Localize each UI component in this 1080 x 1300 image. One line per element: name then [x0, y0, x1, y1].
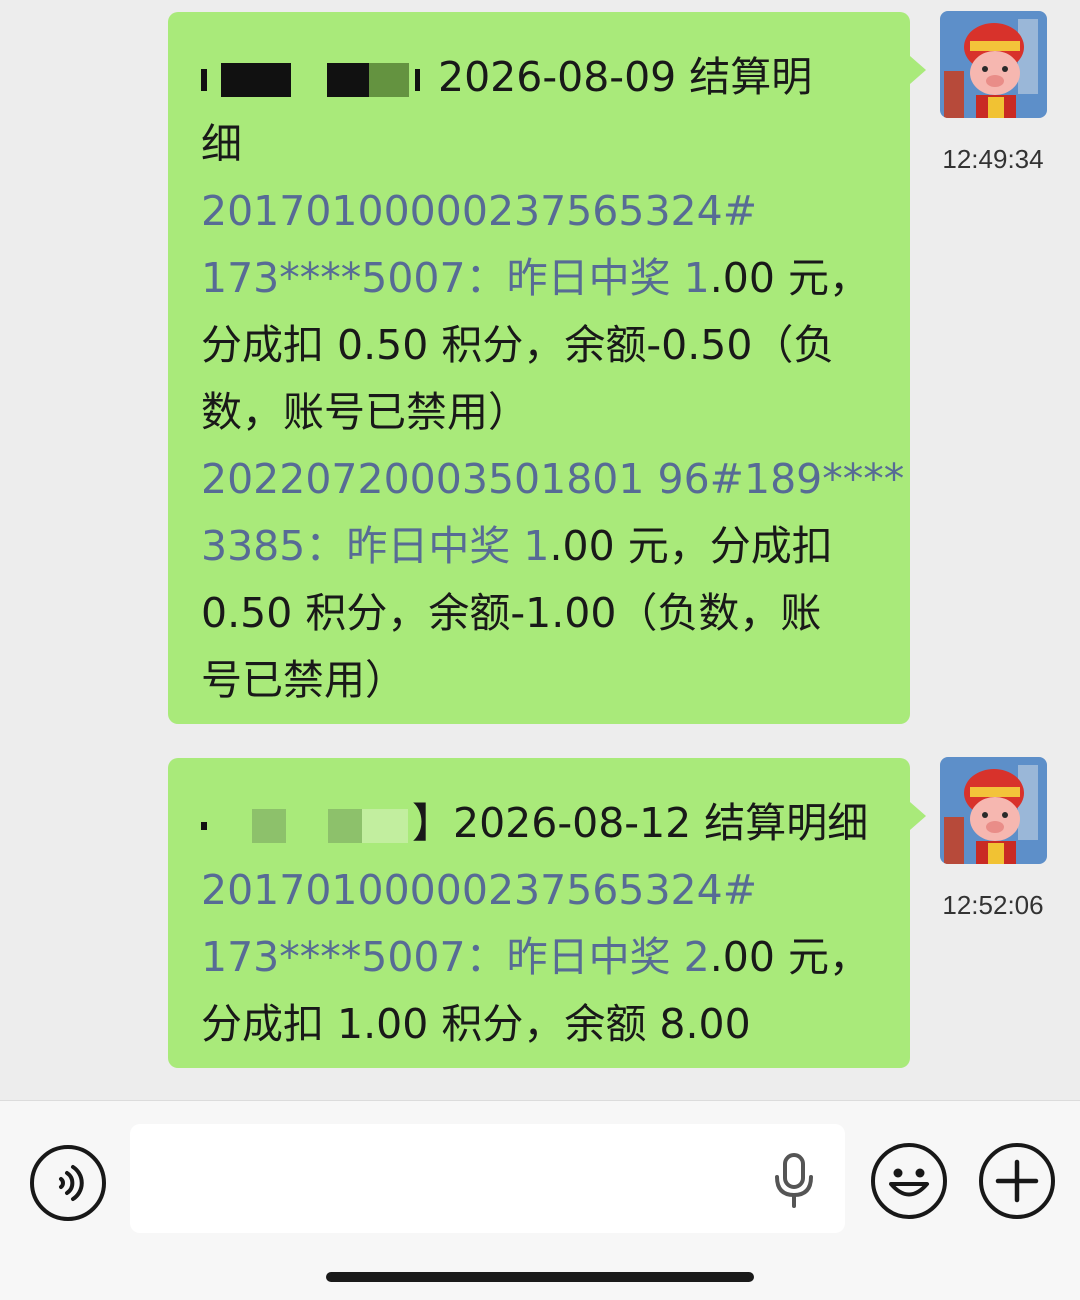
emoji-icon	[889, 1168, 929, 1197]
message-timestamp: 12:52:06	[942, 890, 1044, 920]
redacted-block	[201, 69, 207, 91]
message-text: 数，账号已禁用）	[201, 388, 529, 436]
emoji-button[interactable]	[871, 1143, 947, 1219]
redacted-block	[328, 809, 362, 843]
avatar[interactable]	[940, 757, 1047, 864]
message-line: 20170100000237565324#	[201, 857, 882, 924]
voice-icon	[59, 1165, 84, 1201]
message-line: 分成扣 1.00 积分，余额 8.00	[201, 991, 882, 1058]
message-timestamp: 12:49:34	[942, 144, 1044, 174]
message-header-text: 2026-08-09 结算明	[438, 53, 813, 101]
message-text: 分成扣 1.00 积分，余额 8.00	[201, 1000, 751, 1048]
message-line: 173****5007：昨日中奖 1.00 元，	[201, 245, 882, 312]
message-input[interactable]	[130, 1124, 845, 1233]
message-link[interactable]: 3385：昨日中奖 1	[201, 522, 549, 570]
message-text: .00 元，	[709, 933, 870, 981]
avatar-mascot-image	[940, 11, 1047, 118]
redacted-block	[369, 63, 409, 97]
input-bar	[0, 1100, 1080, 1300]
message-link[interactable]: 20220720003501801 96#189****	[201, 455, 904, 503]
microphone-icon[interactable]	[772, 1153, 816, 1209]
message-line: 0.50 积分，余额-1.00（负数，账	[201, 580, 882, 647]
message-line: 分成扣 0.50 积分，余额-0.50（负	[201, 312, 882, 379]
message-text: 号已禁用）	[201, 656, 406, 704]
avatar-mascot-image	[940, 757, 1047, 864]
chat-area[interactable]: 2026-08-09 结算明细 20170100000237565324# 173*…	[0, 0, 1080, 1100]
plus-icon	[995, 1159, 1039, 1203]
redacted-block	[252, 809, 286, 843]
message-header: 2026-08-09 结算明	[201, 44, 882, 111]
message-link[interactable]: 20170100000237565324#	[201, 866, 757, 914]
message-text: .00 元，分成扣	[549, 522, 833, 570]
message-line: 3385：昨日中奖 1.00 元，分成扣	[201, 513, 882, 580]
message-link[interactable]: 173****5007：昨日中奖 2	[201, 933, 710, 981]
redacted-block	[362, 809, 408, 843]
plus-button[interactable]	[979, 1143, 1055, 1219]
message-line: 号已禁用）	[201, 647, 882, 714]
message-text: .00 元，	[709, 254, 870, 302]
message-text: 分成扣 0.50 积分，余额-0.50（负	[201, 321, 835, 369]
message-header: 】2026-08-12 结算明细	[201, 790, 882, 857]
message-line: 数，账号已禁用）	[201, 379, 882, 446]
message-line: 20170100000237565324#	[201, 178, 882, 245]
message-line: 细	[201, 111, 882, 178]
message-text: 0.50 积分，余额-1.00（负数，账	[201, 589, 822, 637]
redacted-block	[415, 69, 420, 91]
message-link[interactable]: 20170100000237565324#	[201, 187, 757, 235]
message-text: 细	[201, 120, 242, 168]
redacted-block	[201, 822, 207, 830]
message-bubble[interactable]: 】2026-08-12 结算明细 20170100000237565324# 173…	[168, 758, 926, 1068]
message-header-text: 】2026-08-12 结算明细	[412, 799, 869, 847]
redacted-block	[327, 63, 369, 97]
home-indicator	[326, 1272, 754, 1282]
redacted-block	[221, 63, 291, 97]
voice-button[interactable]	[30, 1145, 106, 1221]
message-bubble[interactable]: 2026-08-09 结算明细 20170100000237565324# 173*…	[168, 12, 926, 724]
message-line: 20220720003501801 96#189****	[201, 446, 904, 513]
message-link[interactable]: 173****5007：昨日中奖 1	[201, 254, 710, 302]
avatar[interactable]	[940, 11, 1047, 118]
message-line: 173****5007：昨日中奖 2.00 元，	[201, 924, 882, 991]
